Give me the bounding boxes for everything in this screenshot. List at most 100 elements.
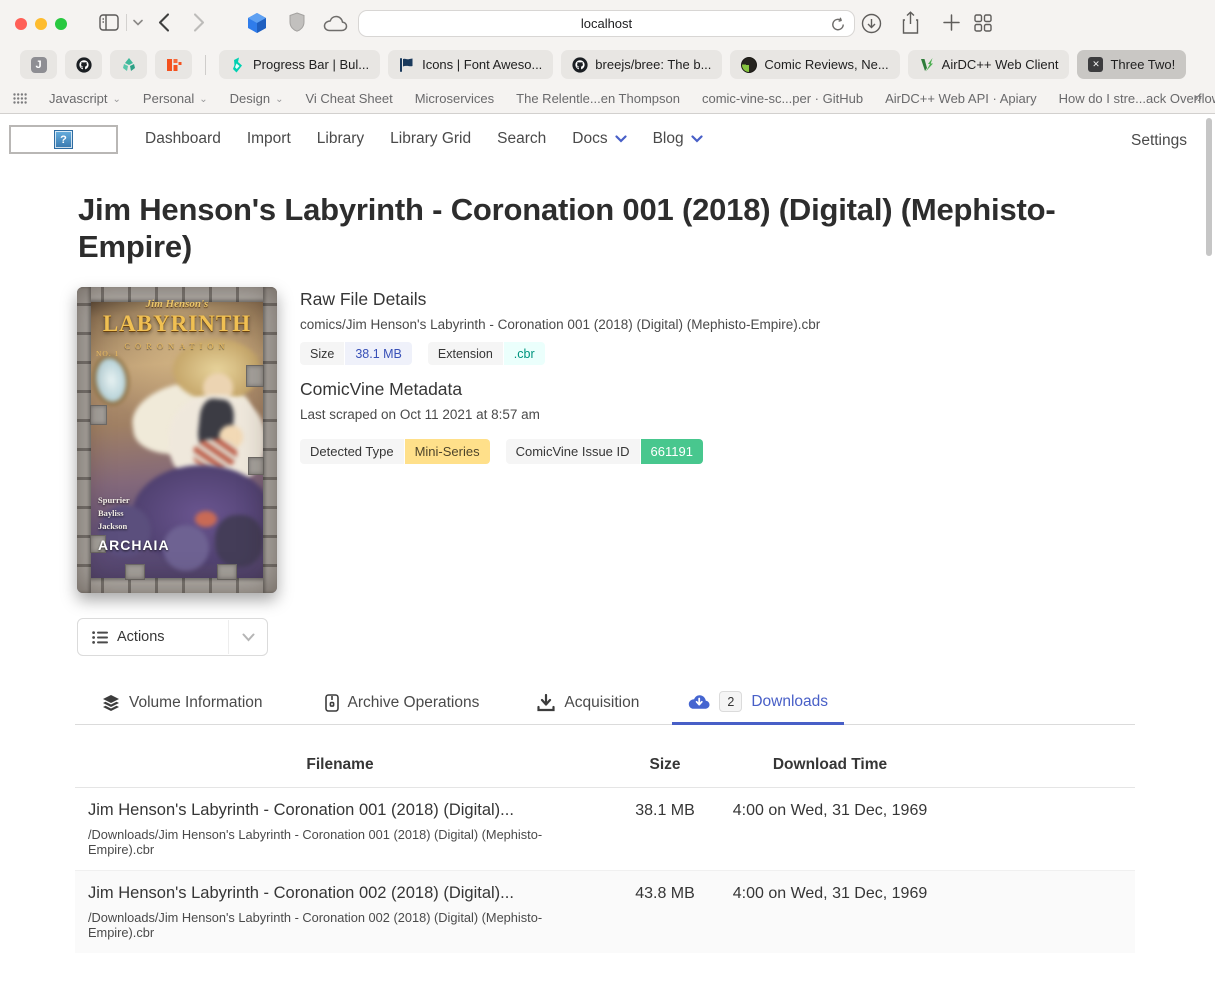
close-window-button[interactable] <box>15 18 27 30</box>
download-filename: Jim Henson's Labyrinth - Coronation 002 … <box>88 884 595 903</box>
list-icon <box>92 631 108 644</box>
forward-icon[interactable] <box>193 13 205 32</box>
favorites-divider <box>205 55 206 75</box>
new-tab-icon[interactable] <box>943 14 960 31</box>
chevron-down-icon[interactable] <box>242 633 255 642</box>
extension-cube-icon[interactable] <box>246 12 268 34</box>
raw-file-tags: Size 38.1 MB Extension .cbr <box>300 342 860 365</box>
nav-blog-dropdown[interactable]: Blog <box>653 130 703 148</box>
chevron-down-icon <box>691 135 703 143</box>
favorite-github-button[interactable] <box>65 50 102 79</box>
detected-type-value: Mini-Series <box>405 439 490 464</box>
comic-cover-image[interactable]: Jim Henson's LABYRINTH CORONATION NO. 1 … <box>77 287 277 593</box>
tab-label: Archive Operations <box>348 694 480 712</box>
tab-acquisition[interactable]: Acquisition <box>521 686 655 724</box>
nav-search[interactable]: Search <box>497 130 546 148</box>
favorite-label: breejs/bree: The b... <box>595 57 711 72</box>
privacy-shield-icon[interactable] <box>289 12 305 32</box>
actions-label: Actions <box>117 629 165 645</box>
github-favicon <box>572 57 588 73</box>
table-row[interactable]: Jim Henson's Labyrinth - Coronation 002 … <box>75 870 1135 953</box>
j-favicon: J <box>31 57 47 73</box>
favorite-j-button[interactable]: J <box>20 50 57 79</box>
favorite-teal-site-button[interactable] <box>110 50 147 79</box>
favorite-comic-reviews[interactable]: Comic Reviews, Ne... <box>730 50 899 79</box>
nav-label: Search <box>497 130 546 148</box>
site-logo-broken-image[interactable]: ? <box>9 125 118 154</box>
bookmarks-grid-icon[interactable] <box>13 93 27 104</box>
nav-label: Dashboard <box>145 130 221 148</box>
detected-type-tag-group: Detected Type Mini-Series <box>300 439 490 464</box>
bookmark-vi-cheat-sheet[interactable]: Vi Cheat Sheet <box>305 91 392 106</box>
broken-image-icon: ? <box>54 130 73 149</box>
table-row[interactable]: Jim Henson's Labyrinth - Coronation 001 … <box>75 788 1135 870</box>
nav-dashboard[interactable]: Dashboard <box>145 130 221 148</box>
raw-file-details-heading: Raw File Details <box>300 289 860 310</box>
size-tag-value: 38.1 MB <box>345 342 412 365</box>
extension-tag-value: .cbr <box>504 342 545 365</box>
chevron-down-icon: ⌄ <box>275 94 283 105</box>
back-icon[interactable] <box>158 13 170 32</box>
orange-bricks-favicon <box>166 57 182 73</box>
actions-button-divider <box>228 620 229 654</box>
tab-archive-operations[interactable]: Archive Operations <box>309 686 496 724</box>
nav-import[interactable]: Import <box>247 130 291 148</box>
favorite-orange-site-button[interactable] <box>155 50 192 79</box>
comicvine-tags: Detected Type Mini-Series ComicVine Issu… <box>300 439 860 464</box>
favorites-bar: J Progress Bar | Bul... <box>0 45 1215 84</box>
nav-library[interactable]: Library <box>317 130 364 148</box>
issue-id-tag-group: ComicVine Issue ID 661191 <box>506 439 703 464</box>
bookmark-microservices[interactable]: Microservices <box>415 91 494 106</box>
nav-label: Import <box>247 130 291 148</box>
issue-id-value: 661191 <box>641 439 703 464</box>
bookmark-folder-personal[interactable]: Personal⌄ <box>143 91 208 106</box>
bookmark-relentless[interactable]: The Relentle...en Thompson <box>516 91 680 106</box>
reload-icon[interactable] <box>831 17 845 32</box>
cover-credit: Jackson <box>98 520 130 533</box>
comicvine-heading: ComicVine Metadata <box>300 379 860 400</box>
address-bar[interactable]: localhost <box>358 10 855 37</box>
bookmark-comic-vine-scraper[interactable]: comic-vine-sc...per · GitHub <box>702 91 863 106</box>
bookmark-folder-javascript[interactable]: Javascript⌄ <box>49 91 121 106</box>
favorite-airdc[interactable]: AirDC++ Web Client <box>908 50 1070 79</box>
favorite-progress-bar-bulma[interactable]: Progress Bar | Bul... <box>219 50 380 79</box>
page-scrollbar[interactable] <box>1206 118 1212 256</box>
tab-volume-information[interactable]: Volume Information <box>86 686 279 724</box>
cloud-download-icon <box>688 694 710 710</box>
zoom-window-button[interactable] <box>55 18 67 30</box>
sidebar-toggle-icon[interactable] <box>99 14 119 31</box>
bookmark-label: Design <box>230 91 270 106</box>
github-favicon <box>76 57 92 73</box>
cover-publisher: ARCHAIA <box>98 537 170 553</box>
nav-docs-dropdown[interactable]: Docs <box>572 130 626 148</box>
tab-overview-icon[interactable] <box>974 14 992 32</box>
bookmarks-bar: Javascript⌄ Personal⌄ Design ⌄ Vi Cheat S… <box>0 84 1215 113</box>
favorite-font-awesome[interactable]: Icons | Font Aweso... <box>388 50 553 79</box>
bookmarks-overflow-chevron[interactable]: » <box>1194 89 1202 106</box>
icloud-icon[interactable] <box>323 15 348 32</box>
bookmark-stackoverflow[interactable]: How do I stre...ack Overflow <box>1059 91 1215 106</box>
cover-credits: Spurrier Bayliss Jackson <box>98 494 130 533</box>
nav-settings[interactable]: Settings <box>1131 132 1187 150</box>
favorite-three-two-active[interactable]: ✕ Three Two! <box>1077 50 1186 79</box>
detected-type-label: Detected Type <box>300 439 404 464</box>
bookmark-airdc-api[interactable]: AirDC++ Web API · Apiary <box>885 91 1037 106</box>
bookmark-folder-design[interactable]: Design ⌄ <box>230 91 284 106</box>
downloads-table-body: Jim Henson's Labyrinth - Coronation 001 … <box>75 788 1135 953</box>
download-filename: Jim Henson's Labyrinth - Coronation 001 … <box>88 801 595 820</box>
actions-dropdown-button[interactable]: Actions <box>77 618 268 656</box>
tab-downloads[interactable]: 2 Downloads <box>672 683 844 725</box>
sidebar-chevron-down-icon[interactable] <box>133 19 143 26</box>
size-tag-label: Size <box>300 342 344 365</box>
cover-script-title: Jim Henson's <box>77 298 277 310</box>
bookmark-label: The Relentle...en Thompson <box>516 91 680 106</box>
comicvine-last-scraped: Last scraped on Oct 11 2021 at 8:57 am <box>300 407 860 422</box>
bookmark-label: AirDC++ Web API · Apiary <box>885 91 1037 106</box>
download-tray-icon <box>537 694 555 712</box>
minimize-window-button[interactable] <box>35 18 47 30</box>
favorite-breejs[interactable]: breejs/bree: The b... <box>561 50 722 79</box>
nav-library-grid[interactable]: Library Grid <box>390 130 471 148</box>
share-icon[interactable] <box>901 11 920 35</box>
column-header-time: Download Time <box>725 745 935 787</box>
downloads-icon[interactable] <box>861 13 882 34</box>
